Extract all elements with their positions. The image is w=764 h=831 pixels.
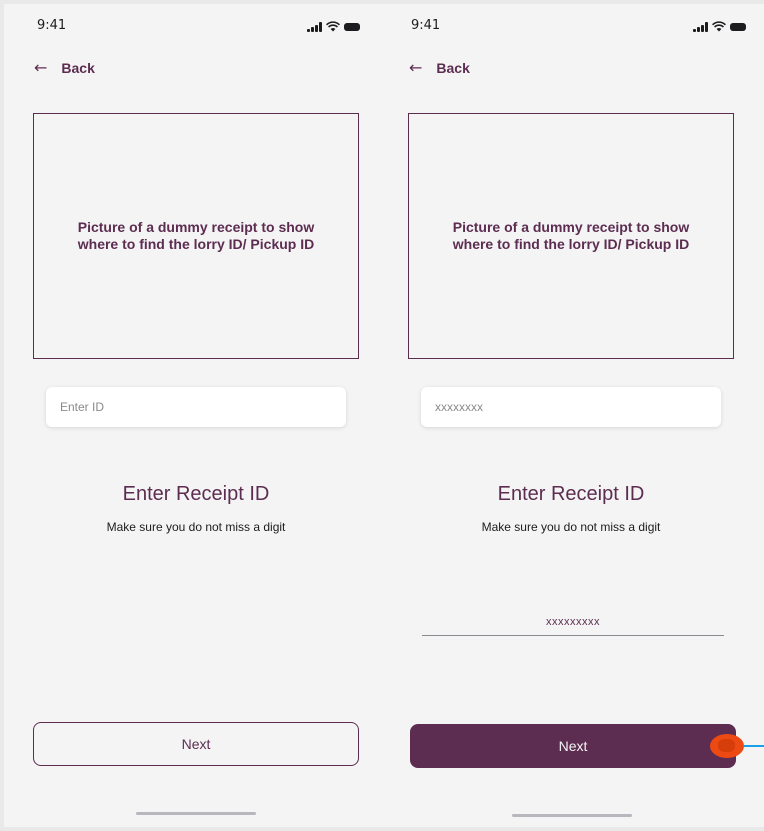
back-label: Back (61, 60, 95, 76)
prototype-hotspot-marker[interactable] (710, 734, 744, 758)
prototype-link-line (744, 745, 764, 747)
page-subtitle: Make sure you do not miss a digit (106, 520, 286, 534)
status-time: 9:41 (411, 18, 441, 33)
page-title: Enter Receipt ID (497, 483, 645, 505)
cellular-signal-icon (693, 22, 708, 32)
wifi-icon (326, 21, 340, 32)
arrow-left-icon: ← (34, 58, 48, 77)
back-button[interactable]: ← Back (409, 58, 470, 77)
status-bar: 9:41 (4, 18, 380, 38)
battery-icon (730, 23, 746, 31)
receipt-image-placeholder: Picture of a dummy receipt to show where… (408, 113, 734, 359)
receipt-id-screen-filled: 9:41 ← Back Picture of a dummy receipt t… (379, 4, 764, 827)
receipt-id-input[interactable] (421, 387, 721, 427)
page-title: Enter Receipt ID (122, 483, 270, 505)
status-bar: 9:41 (379, 18, 764, 38)
receipt-id-input[interactable] (46, 387, 346, 427)
next-button[interactable]: Next (410, 724, 736, 768)
home-indicator (136, 812, 256, 815)
status-time: 9:41 (37, 18, 67, 33)
arrow-left-icon: ← (409, 58, 423, 77)
back-label: Back (436, 60, 470, 76)
battery-icon (344, 23, 360, 31)
receipt-image-placeholder: Picture of a dummy receipt to show where… (33, 113, 359, 359)
entered-id-field[interactable]: xxxxxxxxx (422, 616, 724, 636)
cellular-signal-icon (307, 22, 322, 32)
wifi-icon (712, 21, 726, 32)
page-subtitle: Make sure you do not miss a digit (481, 520, 661, 534)
next-button[interactable]: Next (33, 722, 359, 766)
home-indicator (512, 814, 632, 817)
receipt-id-screen-empty: 9:41 ← Back Picture of a dummy receipt t… (4, 4, 380, 827)
receipt-image-caption: Picture of a dummy receipt to show where… (77, 219, 315, 252)
receipt-image-caption: Picture of a dummy receipt to show where… (452, 219, 690, 252)
back-button[interactable]: ← Back (34, 58, 95, 77)
